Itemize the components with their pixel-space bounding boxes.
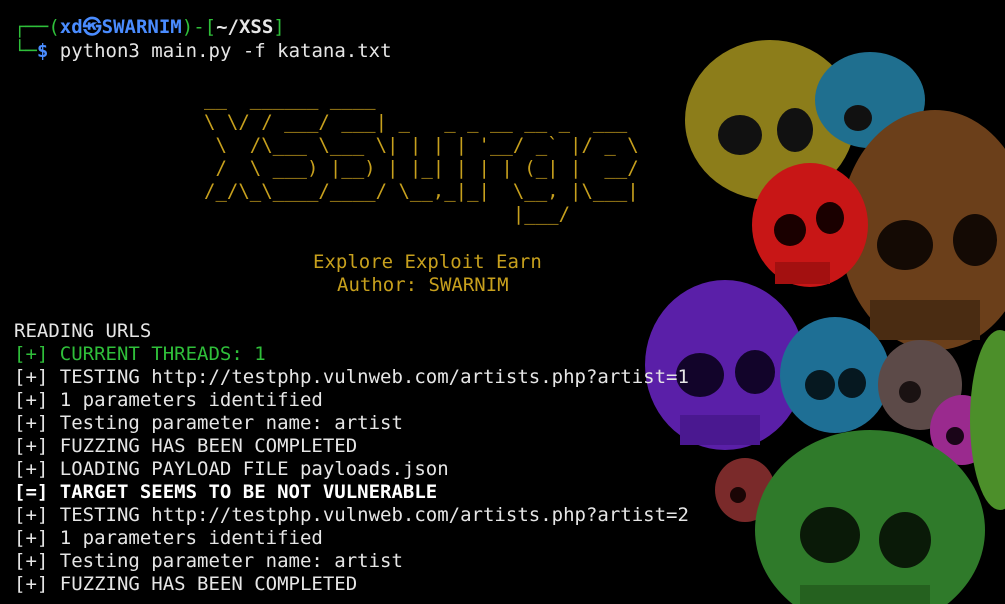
terminal[interactable]: ┌──(xd㉿SWARNIM)-[~/XSS] └─$ python3 main… — [0, 0, 1005, 604]
output-line: [+] 1 parameters identified — [14, 527, 323, 549]
output-line: [+] TESTING http://testphp.vulnweb.com/a… — [14, 504, 689, 526]
kali-icon: ㉿ — [82, 16, 102, 38]
output-line: [+] FUZZING HAS BEEN COMPLETED — [14, 573, 358, 595]
output-line: [+] TESTING http://testphp.vulnweb.com/a… — [14, 366, 689, 388]
output-line: [+] 1 parameters identified — [14, 389, 323, 411]
output-line: [+] FUZZING HAS BEEN COMPLETED — [14, 435, 358, 457]
banner-author: Author: SWARNIM — [337, 274, 509, 296]
output-line: READING URLS — [14, 320, 152, 342]
output-line: [+] LOADING PAYLOAD FILE payloads.json — [14, 458, 449, 480]
prompt-user: xd — [59, 16, 83, 38]
output-line: [+] CURRENT THREADS: 1 — [14, 343, 266, 365]
prompt-header: ┌──(xd㉿SWARNIM)-[~/XSS] — [14, 16, 285, 38]
prompt-command-line: └─$ python3 main.py -f katana.txt — [14, 40, 392, 62]
prompt-host: SWARNIM — [101, 16, 182, 38]
output-line: [=] TARGET SEEMS TO BE NOT VULNERABLE — [14, 481, 438, 503]
command-text: python3 main.py -f katana.txt — [59, 40, 392, 62]
output-line: [+] Testing parameter name: artist — [14, 550, 403, 572]
banner-tagline: Explore Exploit Earn — [313, 251, 542, 273]
xssurge-ascii-banner: __ ______ ____ \ \/ / ___/ ___| _ _ _ __… — [204, 88, 639, 225]
output-line: [+] Testing parameter name: artist — [14, 412, 403, 434]
prompt-symbol: $ — [36, 40, 49, 62]
prompt-path: ~/XSS — [216, 16, 274, 38]
